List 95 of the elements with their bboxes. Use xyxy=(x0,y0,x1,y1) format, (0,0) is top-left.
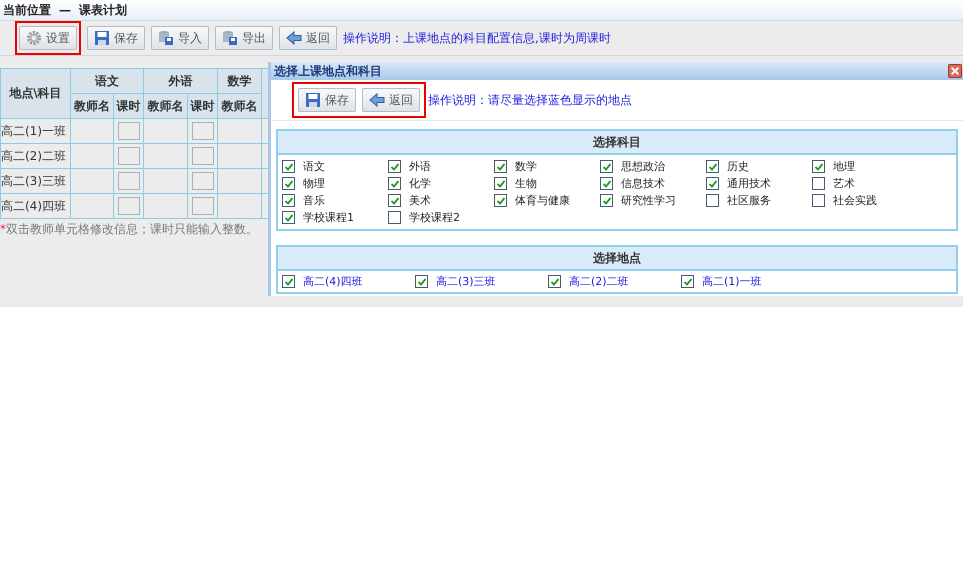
breadcrumb-separator: — xyxy=(59,3,71,17)
page-title: 课表计划 xyxy=(79,2,127,18)
table-header: 课时 xyxy=(114,94,144,118)
close-button[interactable] xyxy=(948,64,962,78)
checkbox[interactable] xyxy=(388,177,401,190)
table-header: 课时 xyxy=(188,94,218,118)
back-arrow-icon xyxy=(286,30,302,46)
hours-input[interactable] xyxy=(192,172,214,190)
subject-label: 历史 xyxy=(727,159,749,174)
table-header: 教师名 xyxy=(70,94,114,118)
subject-label: 研究性学习 xyxy=(621,193,676,208)
table-cell: 高二(4)四班 xyxy=(0,194,70,218)
hours-input[interactable] xyxy=(118,122,140,140)
table-header: 语文 xyxy=(70,68,144,94)
place-label: 高二(3)三班 xyxy=(436,274,496,289)
note-text: 双击教师单元格修改信息；课时只能输入整数。 xyxy=(6,222,258,236)
close-icon xyxy=(950,66,960,76)
checkbox[interactable] xyxy=(494,177,507,190)
toolbar-button[interactable]: 返回 xyxy=(279,26,337,50)
checkbox[interactable] xyxy=(494,160,507,173)
dialog-button[interactable]: 保存 xyxy=(298,88,356,112)
table-header: 教师名 xyxy=(144,94,188,118)
instruction-text: 操作说明：上课地点的科目配置信息,课时为周课时 xyxy=(343,30,611,46)
subject-label: 语文 xyxy=(303,159,325,174)
place-label: 高二(2)二班 xyxy=(569,274,629,289)
instruction-text: 操作说明：请尽量选择蓝色显示的地点 xyxy=(428,92,632,108)
checkbox[interactable] xyxy=(706,160,719,173)
toolbar-button[interactable]: 导入 xyxy=(151,26,209,50)
place-label: 高二(1)一班 xyxy=(702,274,762,289)
checkbox[interactable] xyxy=(600,160,613,173)
subject-label: 音乐 xyxy=(303,193,325,208)
breadcrumb-label: 当前位置 xyxy=(3,2,51,18)
hours-input[interactable] xyxy=(192,147,214,165)
subject-label: 外语 xyxy=(409,159,431,174)
dialog-title: 选择上课地点和科目 xyxy=(274,62,382,80)
subject-label: 体育与健康 xyxy=(515,193,570,208)
checkbox[interactable] xyxy=(706,177,719,190)
checkbox[interactable] xyxy=(388,211,401,224)
section-header: 选择地点 xyxy=(278,245,956,271)
settings-button[interactable]: 设置 xyxy=(19,26,77,50)
checkbox[interactable] xyxy=(548,275,561,288)
toolbar-button[interactable]: 导出 xyxy=(215,26,273,50)
save-icon xyxy=(305,92,321,108)
table-cell: 高二(1)一班 xyxy=(0,118,70,144)
hours-input[interactable] xyxy=(118,172,140,190)
subject-label: 地理 xyxy=(833,159,855,174)
subject-label: 生物 xyxy=(515,176,537,191)
database-icon xyxy=(222,30,238,46)
subject-label: 数学 xyxy=(515,159,537,174)
checkbox[interactable] xyxy=(812,194,825,207)
subject-label: 社区服务 xyxy=(727,193,771,208)
checkbox[interactable] xyxy=(600,194,613,207)
checkbox[interactable] xyxy=(494,194,507,207)
hours-input[interactable] xyxy=(192,197,214,215)
required-mark: * xyxy=(0,222,6,236)
hours-input[interactable] xyxy=(192,122,214,140)
checkbox[interactable] xyxy=(812,177,825,190)
subject-label: 思想政治 xyxy=(621,159,665,174)
subject-label: 美术 xyxy=(409,193,431,208)
checkbox[interactable] xyxy=(282,177,295,190)
subject-label: 艺术 xyxy=(833,176,855,191)
place-label: 高二(4)四班 xyxy=(303,274,363,289)
checkbox[interactable] xyxy=(282,160,295,173)
table-header: 地点\科目 xyxy=(0,68,70,118)
hours-input[interactable] xyxy=(118,147,140,165)
checkbox[interactable] xyxy=(812,160,825,173)
toolbar-button[interactable]: 保存 xyxy=(87,26,145,50)
checkbox[interactable] xyxy=(388,194,401,207)
table-cell: 高二(3)三班 xyxy=(0,168,70,194)
checkbox[interactable] xyxy=(282,194,295,207)
subject-label: 学校课程2 xyxy=(409,210,460,225)
section-header: 选择科目 xyxy=(278,129,956,155)
subject-label: 物理 xyxy=(303,176,325,191)
subject-label: 通用技术 xyxy=(727,176,771,191)
checkbox[interactable] xyxy=(600,177,613,190)
subject-label: 学校课程1 xyxy=(303,210,354,225)
hours-input[interactable] xyxy=(118,197,140,215)
save-icon xyxy=(94,30,110,46)
subject-label: 化学 xyxy=(409,176,431,191)
settings-icon xyxy=(26,30,42,46)
back-arrow-icon xyxy=(369,92,385,108)
checkbox[interactable] xyxy=(706,194,719,207)
checkbox[interactable] xyxy=(415,275,428,288)
table-cell: 高二(2)二班 xyxy=(0,144,70,168)
checkbox[interactable] xyxy=(388,160,401,173)
subject-label: 社会实践 xyxy=(833,193,877,208)
checkbox[interactable] xyxy=(282,211,295,224)
database-icon xyxy=(158,30,174,46)
checkbox[interactable] xyxy=(681,275,694,288)
subject-label: 信息技术 xyxy=(621,176,665,191)
dialog-button[interactable]: 返回 xyxy=(362,88,420,112)
table-header: 数学 xyxy=(218,68,262,94)
checkbox[interactable] xyxy=(282,275,295,288)
table-header: 外语 xyxy=(144,68,218,94)
table-header: 教师名 xyxy=(218,94,262,118)
